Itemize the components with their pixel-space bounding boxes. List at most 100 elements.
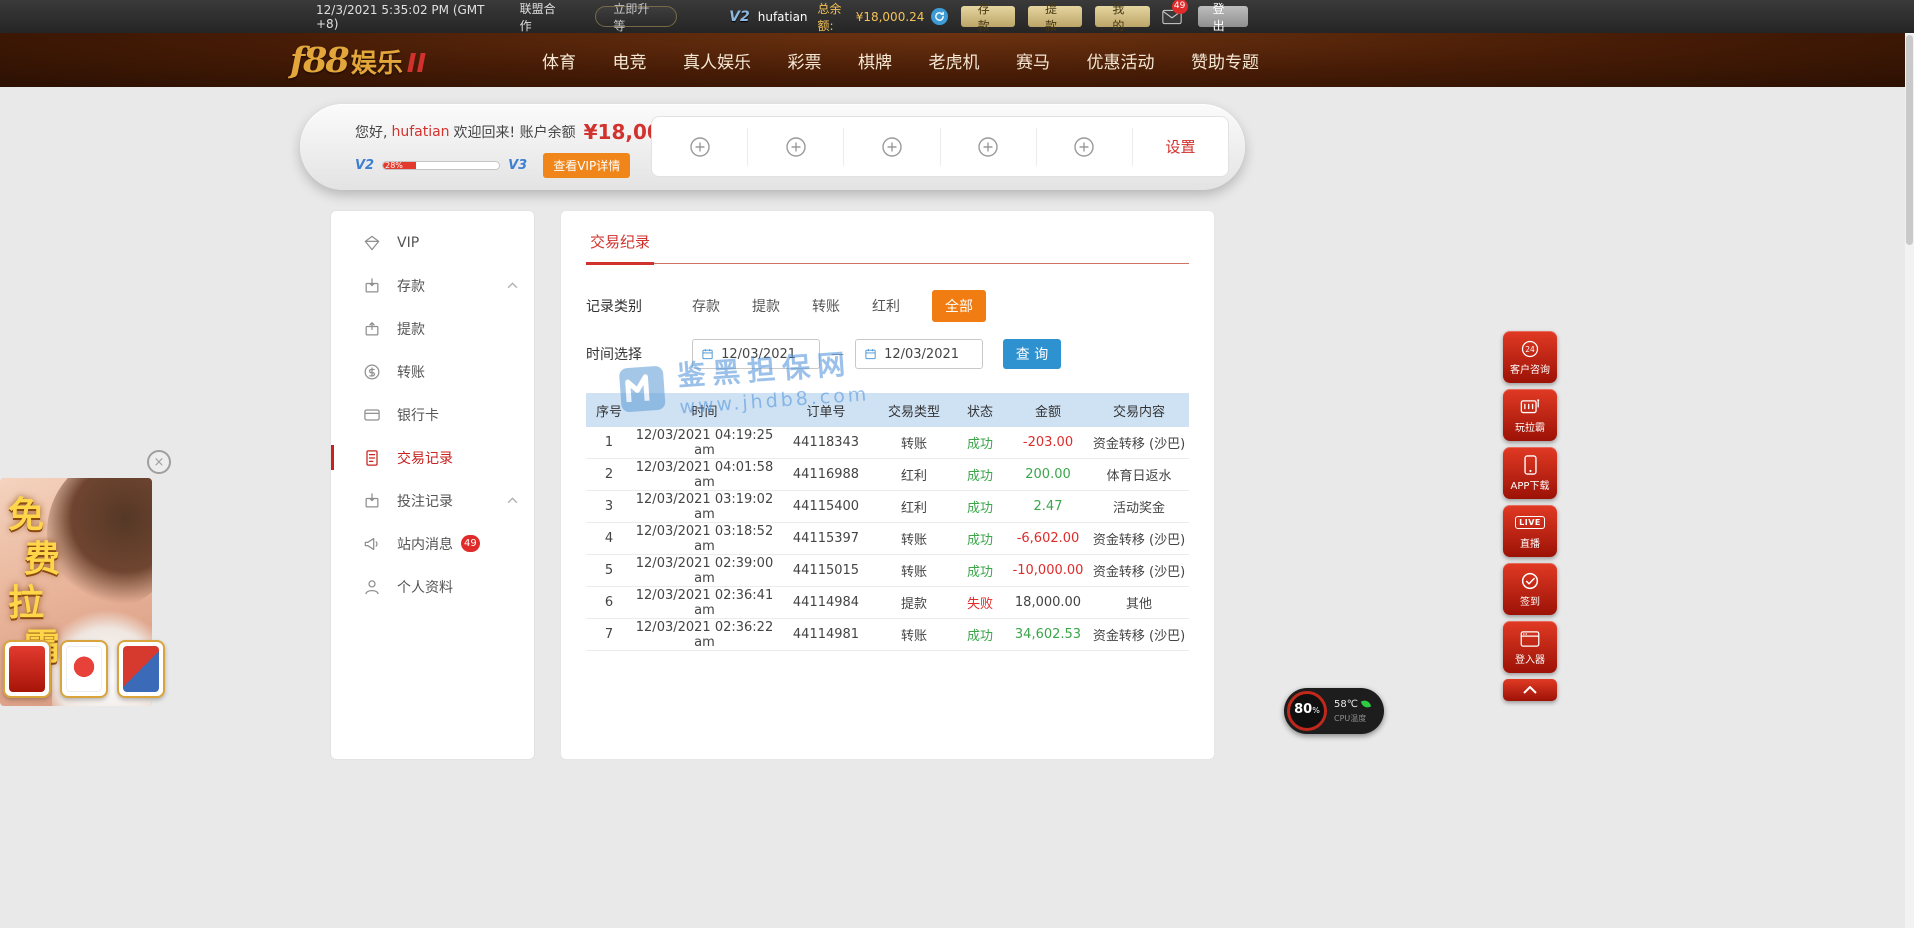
cell-type: 红利 [875, 497, 953, 516]
filter-transfer[interactable]: 转账 [812, 296, 840, 316]
nav-item-esports[interactable]: 电竞 [613, 48, 647, 73]
cell-content: 资金转移 (沙巴) [1089, 433, 1189, 452]
transaction-record-icon [361, 447, 383, 469]
tab-transaction-records[interactable]: 交易纪录 [586, 225, 654, 265]
mine-button[interactable]: 我的 [1095, 6, 1149, 27]
nav-item-sponsorship[interactable]: 赞助专题 [1191, 48, 1259, 73]
vip-next-level: V3 [508, 158, 527, 173]
login-tool-button[interactable]: 登入器 [1503, 621, 1557, 673]
promo-close-icon[interactable]: × [147, 450, 171, 474]
nav-item-horse-racing[interactable]: 赛马 [1016, 48, 1050, 73]
balance-label: 总余额: [818, 0, 856, 34]
upgrade-button[interactable]: 立即升等 [595, 6, 677, 27]
date-range-separator: — [831, 347, 844, 362]
col-header-no: 序号 [586, 401, 632, 420]
promo-game-tiles [3, 640, 165, 698]
quick-add-button-2[interactable] [748, 128, 844, 166]
nav-item-slots[interactable]: 老虎机 [929, 48, 980, 73]
cell-status: 成功 [953, 625, 1007, 644]
app-download-button[interactable]: APP下载 [1503, 447, 1557, 499]
promo-game-tile-1[interactable] [3, 640, 51, 698]
site-logo[interactable]: f88 娱乐 II [290, 40, 542, 81]
date-from-field[interactable] [692, 339, 820, 369]
welcome-banner: 您好, hufatian 欢迎回来! 账户余额 ¥18,000.24 V2 28… [300, 104, 1245, 190]
tab-bar: 交易纪录 [586, 225, 1189, 264]
sidebar-item-withdraw[interactable]: 提款 [331, 307, 534, 350]
sidebar-item-deposit[interactable]: 存款 [331, 264, 534, 307]
floating-side-menu: 24 客户咨询 玩拉霸 APP下载 LIVE 直播 签到 登入器 [1503, 331, 1557, 701]
refresh-balance-icon[interactable] [931, 8, 947, 25]
quick-add-button-5[interactable] [1037, 128, 1133, 166]
cell-amount: -203.00 [1007, 435, 1089, 450]
cell-amount: -10,000.00 [1007, 563, 1089, 578]
calendar-icon [864, 346, 877, 362]
account-sidebar: VIP 存款 提款 转账 银行卡 交易记录 投注记录 站内消息 49 个人资料 [330, 210, 535, 760]
plus-circle-icon [976, 135, 1000, 159]
sidebar-item-profile[interactable]: 个人资料 [331, 565, 534, 608]
col-header-type: 交易类型 [875, 401, 953, 420]
sidebar-item-label: 银行卡 [397, 405, 439, 425]
collapse-menu-button[interactable] [1503, 679, 1557, 701]
welcome-username: hufatian [391, 124, 449, 140]
nav-item-lottery[interactable]: 彩票 [788, 48, 822, 73]
query-button[interactable]: 查 询 [1003, 339, 1061, 369]
live-icon: LIVE [1515, 513, 1545, 533]
cell-amount: 200.00 [1007, 467, 1089, 482]
table-row: 1 12/03/2021 04:19:25 am 44118343 转账 成功 … [586, 427, 1189, 459]
cell-amount: 2.47 [1007, 499, 1089, 514]
cpu-usage-gauge: 80% [1287, 691, 1327, 731]
chevron-up-icon[interactable] [507, 497, 518, 504]
withdraw-button[interactable]: 提款 [1028, 6, 1082, 27]
alliance-link[interactable]: 联盟合作 [520, 0, 566, 34]
diamond-icon [361, 232, 383, 254]
filter-withdraw[interactable]: 提款 [752, 296, 780, 316]
nav-item-promotions[interactable]: 优惠活动 [1087, 48, 1155, 73]
settings-button[interactable]: 设置 [1133, 128, 1228, 166]
chevron-up-icon[interactable] [507, 282, 518, 289]
sidebar-item-transfer[interactable]: 转账 [331, 350, 534, 393]
message-envelope-icon[interactable]: 49 [1162, 9, 1182, 25]
cpu-temperature-label: CPU温度 [1334, 713, 1370, 724]
quick-add-button-4[interactable] [941, 128, 1037, 166]
date-to-input[interactable] [884, 347, 974, 362]
cell-order: 44115397 [777, 531, 875, 546]
nav-item-live-casino[interactable]: 真人娱乐 [683, 48, 751, 73]
table-row: 3 12/03/2021 03:19:02 am 44115400 红利 成功 … [586, 491, 1189, 523]
promo-game-tile-3[interactable] [117, 640, 165, 698]
sidebar-item-betting-records[interactable]: 投注记录 [331, 479, 534, 522]
cell-order: 44114984 [777, 595, 875, 610]
date-from-input[interactable] [721, 347, 811, 362]
bank-card-icon [361, 404, 383, 426]
filter-all[interactable]: 全部 [932, 290, 986, 322]
deposit-button[interactable]: 存款 [961, 6, 1015, 27]
nav-item-board-games[interactable]: 棋牌 [858, 48, 892, 73]
vip-detail-button[interactable]: 查看VIP详情 [543, 153, 630, 178]
sidebar-item-messages[interactable]: 站内消息 49 [331, 522, 534, 565]
quick-add-button-1[interactable] [652, 128, 748, 166]
scrollbar-thumb[interactable] [1906, 35, 1913, 245]
logout-button[interactable]: 登出 [1198, 6, 1248, 27]
sidebar-item-transaction-records[interactable]: 交易记录 [331, 436, 534, 479]
check-in-button[interactable]: 签到 [1503, 563, 1557, 615]
filter-bonus[interactable]: 红利 [872, 296, 900, 316]
play-slots-button[interactable]: 玩拉霸 [1503, 389, 1557, 441]
sidebar-item-bank-card[interactable]: 银行卡 [331, 393, 534, 436]
cpu-usage-value: 80 [1294, 703, 1312, 716]
customer-service-button[interactable]: 24 客户咨询 [1503, 331, 1557, 383]
cell-content: 资金转移 (沙巴) [1089, 529, 1189, 548]
quick-add-button-3[interactable] [844, 128, 940, 166]
cell-time: 12/03/2021 04:01:58 am [632, 460, 777, 490]
filter-deposit[interactable]: 存款 [692, 296, 720, 316]
promo-game-tile-2[interactable] [60, 640, 108, 698]
page-scrollbar[interactable] [1905, 33, 1914, 928]
date-to-field[interactable] [855, 339, 983, 369]
nav-item-sports[interactable]: 体育 [542, 48, 576, 73]
live-stream-button[interactable]: LIVE 直播 [1503, 505, 1557, 557]
cell-time: 12/03/2021 03:19:02 am [632, 492, 777, 522]
sidebar-item-vip[interactable]: VIP [331, 221, 534, 264]
cell-time: 12/03/2021 02:36:41 am [632, 588, 777, 618]
float-button-label: 玩拉霸 [1515, 419, 1545, 434]
browser-window-icon [1520, 629, 1540, 649]
cpu-usage-unit: % [1312, 706, 1320, 715]
cell-status: 成功 [953, 529, 1007, 548]
